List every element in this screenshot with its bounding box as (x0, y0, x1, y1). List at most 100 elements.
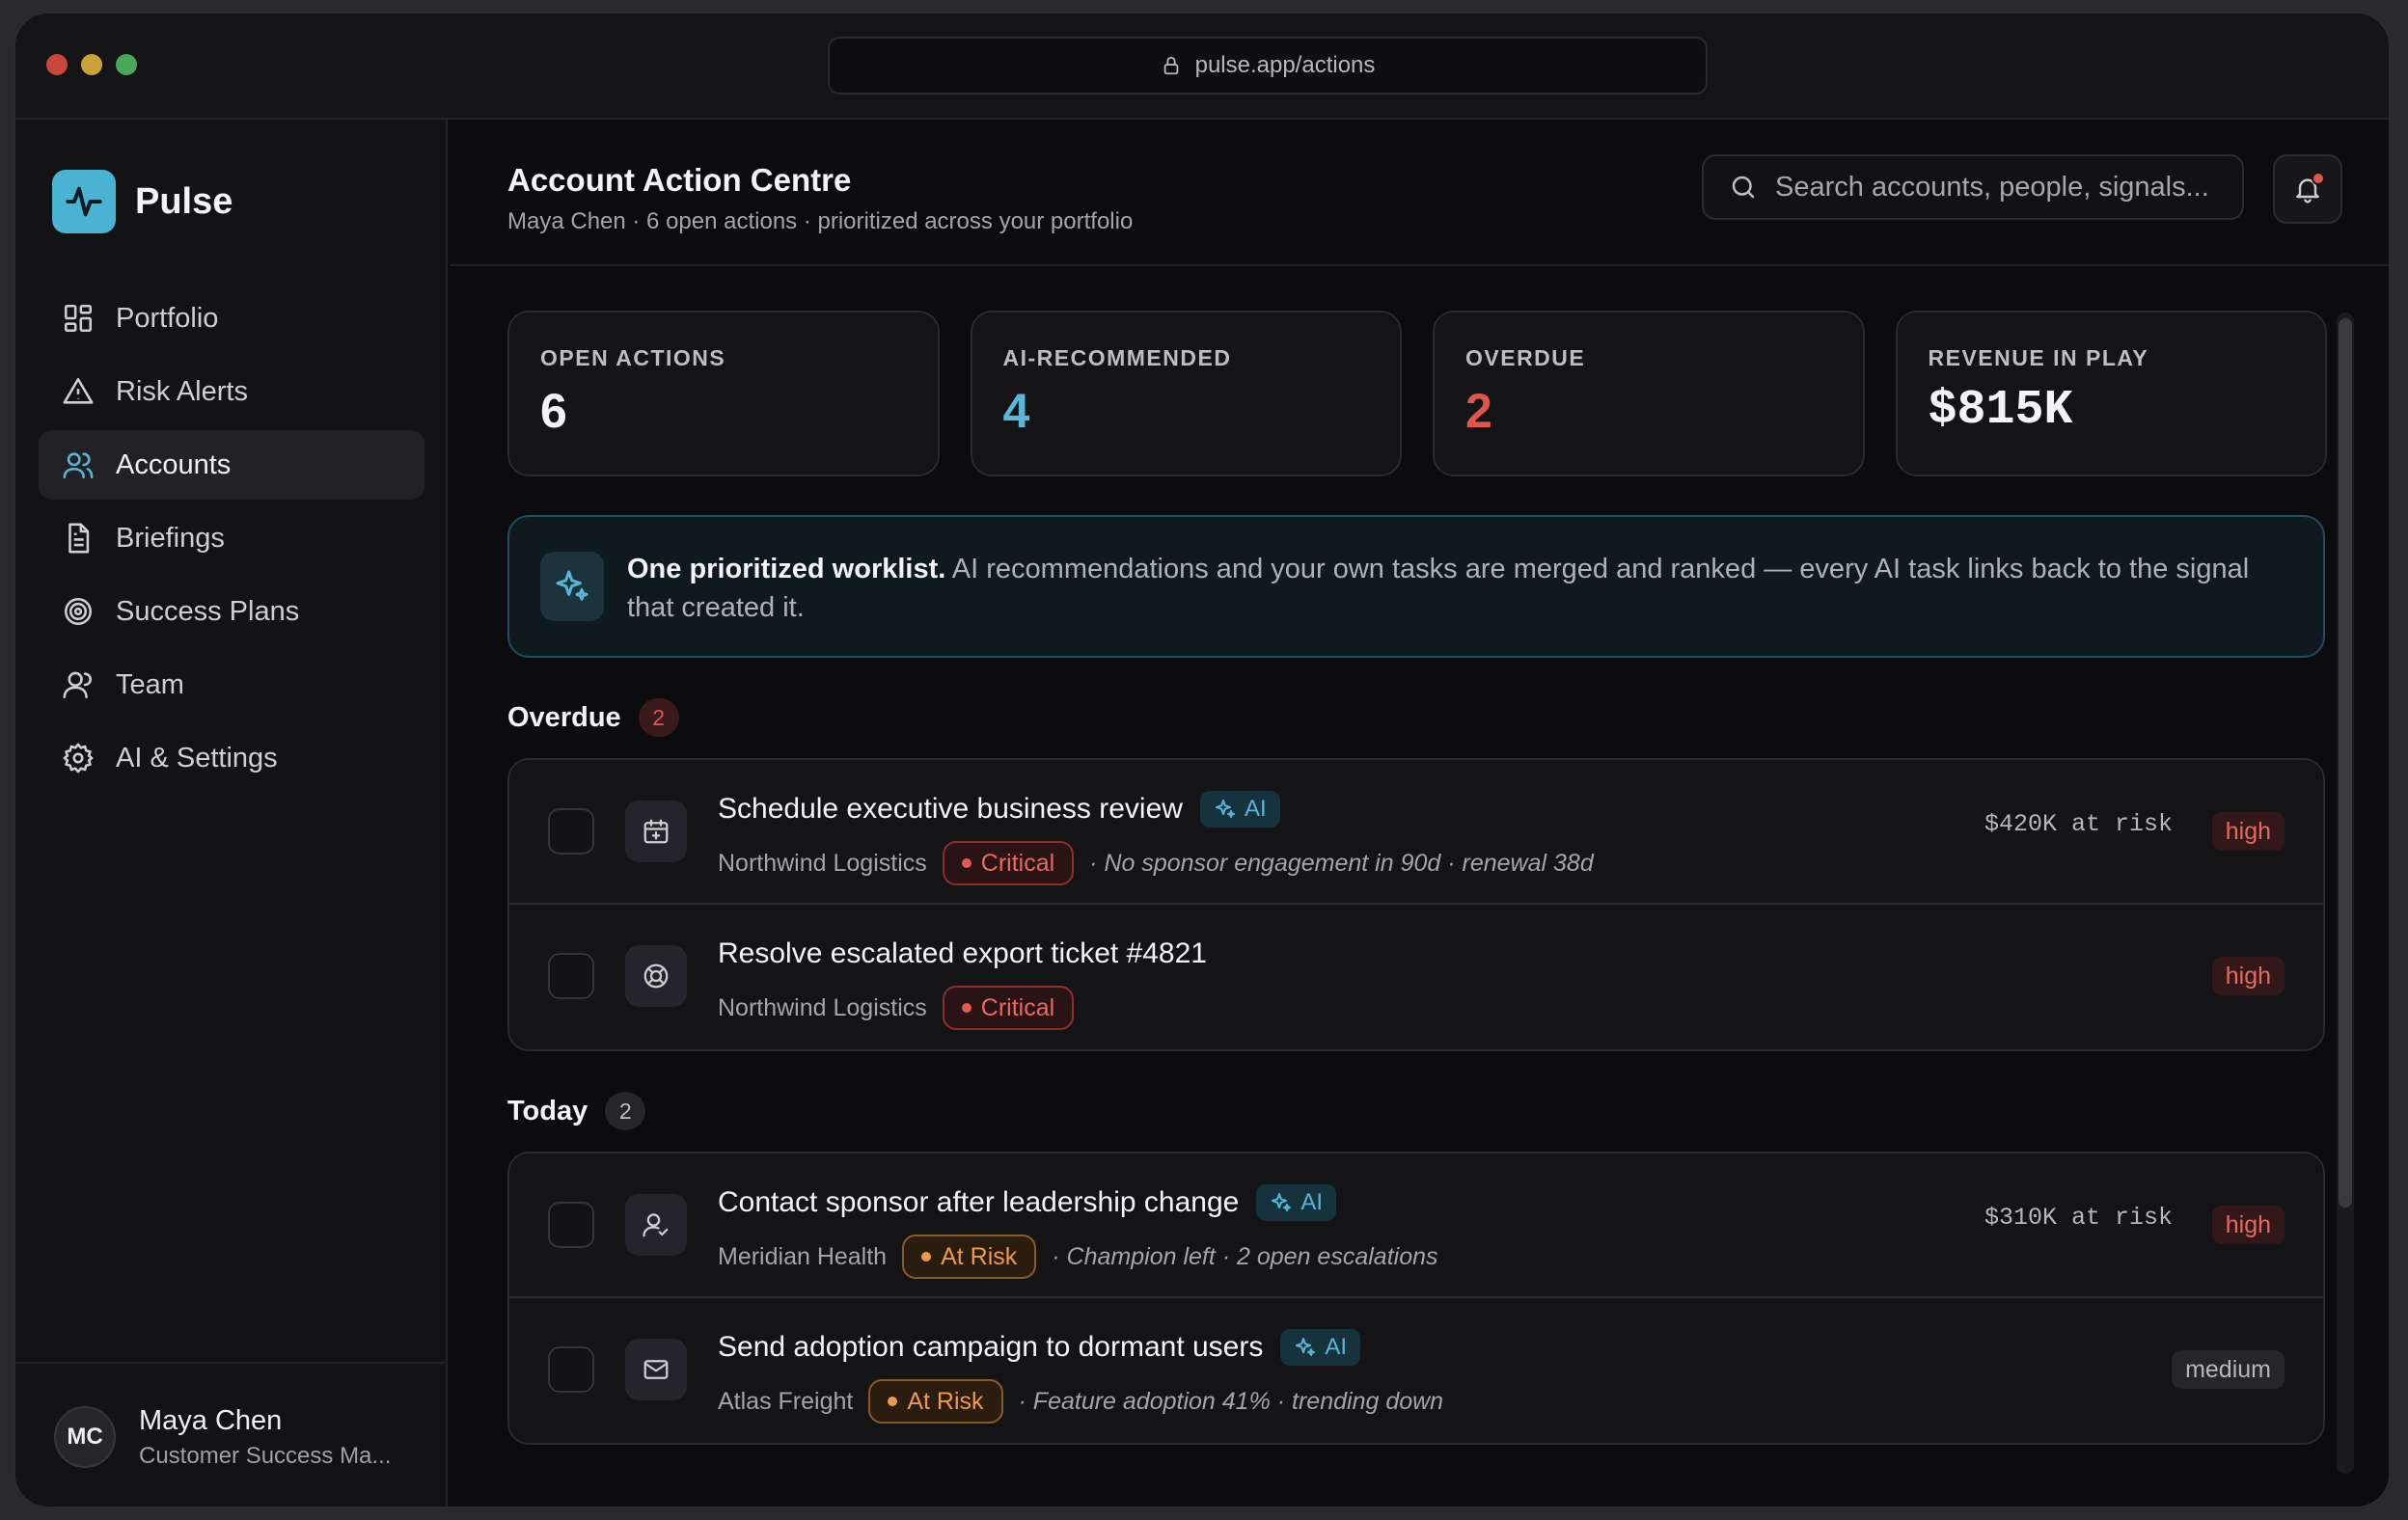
account-name[interactable]: Northwind Logistics (718, 994, 927, 1022)
browser-window: pulse.app/actions Pulse Portfolio Risk A… (14, 12, 2391, 1508)
signal-text: · No sponsor engagement in 90d · renewal… (1089, 849, 1594, 877)
brand[interactable]: Pulse (52, 170, 233, 233)
ai-badge: AI (1199, 791, 1280, 828)
search-input[interactable]: Search accounts, people, signals... (1702, 154, 2244, 220)
user-check-icon (625, 1194, 687, 1256)
status-dot (961, 858, 971, 868)
user-profile[interactable]: MC Maya Chen Customer Success Ma... (15, 1362, 446, 1506)
action-meta: Northwind Logistics Critical · No sponso… (718, 841, 1594, 885)
page-subtitle: Maya Chen · 6 open actions · prioritized… (507, 208, 1134, 234)
action-row[interactable]: Schedule executive business review AI No… (509, 760, 2323, 905)
action-title[interactable]: Contact sponsor after leadership change … (718, 1182, 1337, 1223)
stat-label: OVERDUE (1465, 345, 1586, 370)
action-meta: Northwind Logistics Critical (718, 986, 1075, 1030)
sparkles-icon (1215, 800, 1235, 818)
action-title-text: Contact sponsor after leadership change (718, 1186, 1240, 1218)
sidebar-item-label: Team (116, 668, 184, 700)
main-panel: Account Action Centre Maya Chen · 6 open… (450, 120, 2389, 1506)
priority-badge: high (2211, 1206, 2285, 1244)
stat-card-overdue: OVERDUE 2 (1433, 311, 1865, 476)
action-row[interactable]: Contact sponsor after leadership change … (509, 1154, 2323, 1298)
priority-badge: medium (2172, 1350, 2285, 1389)
notifications-button[interactable] (2273, 154, 2342, 224)
page-title: Account Action Centre (507, 162, 852, 198)
stats-row: OPEN ACTIONS 6 AI-RECOMMENDED 4 OVERDUE … (507, 311, 2327, 476)
signal-text: · Champion left · 2 open escalations (1052, 1242, 1438, 1270)
calendar-plus-icon (625, 801, 687, 862)
sidebar: Pulse Portfolio Risk Alerts Accounts Bri… (15, 120, 448, 1506)
ai-badge-label: AI (1300, 1189, 1324, 1215)
banner-text: One prioritized worklist. AI recommendat… (627, 550, 2296, 627)
sidebar-item-briefings[interactable]: Briefings (39, 503, 424, 573)
address-bar[interactable]: pulse.app/actions (828, 37, 1708, 95)
banner-bold: One prioritized worklist. (627, 554, 946, 584)
sidebar-item-risk-alerts[interactable]: Risk Alerts (39, 357, 424, 426)
stat-card-ai-recommended: AI-RECOMMENDED 4 (970, 311, 1402, 476)
action-checkbox[interactable] (548, 1202, 594, 1248)
brand-name: Pulse (135, 180, 233, 222)
user-icon (63, 671, 92, 699)
ai-badge: AI (1256, 1184, 1337, 1221)
gear-icon (63, 743, 94, 774)
sidebar-item-portfolio[interactable]: Portfolio (39, 284, 424, 353)
sidebar-item-ai-settings[interactable]: AI & Settings (39, 723, 424, 793)
action-title[interactable]: Resolve escalated export ticket #4821 (718, 934, 1207, 974)
sparkles-icon (1296, 1338, 1316, 1356)
action-title-text: Resolve escalated export ticket #4821 (718, 937, 1207, 969)
ai-badge: AI (1280, 1329, 1361, 1366)
sidebar-item-team[interactable]: Team (39, 650, 424, 719)
account-name[interactable]: Northwind Logistics (718, 850, 927, 878)
action-checkbox[interactable] (548, 808, 594, 855)
action-checkbox[interactable] (548, 953, 594, 999)
action-list-overdue: Schedule executive business review AI No… (507, 758, 2325, 1051)
sidebar-item-label: Success Plans (116, 595, 300, 627)
users-icon (63, 452, 94, 479)
page-header: Account Action Centre Maya Chen · 6 open… (450, 120, 2389, 266)
priority-badge: high (2211, 957, 2285, 995)
status-label: Critical (980, 849, 1055, 877)
stat-card-open-actions: OPEN ACTIONS 6 (507, 311, 940, 476)
sidebar-item-success-plans[interactable]: Success Plans (39, 577, 424, 646)
stat-label: OPEN ACTIONS (540, 345, 726, 370)
sidebar-item-label: Accounts (116, 448, 232, 480)
title-bar: pulse.app/actions (15, 14, 2389, 120)
stat-value: 4 (1002, 384, 1030, 438)
maximize-window-button[interactable] (116, 54, 137, 75)
scrollbar-thumb[interactable] (2339, 318, 2352, 1208)
lock-icon (1163, 56, 1178, 75)
stat-value: 6 (540, 384, 567, 438)
search-placeholder: Search accounts, people, signals... (1775, 171, 2209, 203)
revenue-at-risk: $420K at risk (1984, 810, 2173, 838)
target-icon (64, 597, 93, 626)
search-icon (1732, 176, 1755, 199)
status-badge: At Risk (868, 1379, 1003, 1424)
notification-dot (2312, 172, 2325, 185)
status-label: Critical (980, 993, 1055, 1021)
sidebar-item-label: Briefings (116, 522, 225, 554)
status-dot (888, 1397, 898, 1406)
section-title: Today (507, 1095, 588, 1126)
action-title[interactable]: Schedule executive business review AI (718, 789, 1280, 829)
action-checkbox[interactable] (548, 1346, 594, 1393)
action-title[interactable]: Send adoption campaign to dormant users … (718, 1327, 1361, 1368)
section-header-overdue: Overdue 2 (507, 698, 2327, 737)
info-banner: One prioritized worklist. AI recommendat… (507, 515, 2325, 658)
account-name[interactable]: Meridian Health (718, 1243, 887, 1271)
avatar: MC (54, 1406, 116, 1468)
section-title: Overdue (507, 701, 621, 733)
sparkles-icon (540, 552, 604, 621)
account-name[interactable]: Atlas Freight (718, 1388, 853, 1416)
lifebuoy-icon (625, 945, 687, 1007)
sidebar-item-label: AI & Settings (116, 742, 278, 774)
action-row[interactable]: Send adoption campaign to dormant users … (509, 1298, 2323, 1443)
minimize-window-button[interactable] (81, 54, 102, 75)
user-role: Customer Success Ma... (139, 1442, 392, 1469)
stat-value: 2 (1465, 384, 1492, 438)
grid-icon (64, 304, 93, 333)
status-badge: Critical (942, 986, 1075, 1030)
sidebar-item-accounts[interactable]: Accounts (39, 430, 424, 500)
action-row[interactable]: Resolve escalated export ticket #4821 No… (509, 905, 2323, 1049)
status-badge: At Risk (902, 1235, 1037, 1279)
priority-badge: high (2211, 812, 2285, 851)
close-window-button[interactable] (46, 54, 68, 75)
